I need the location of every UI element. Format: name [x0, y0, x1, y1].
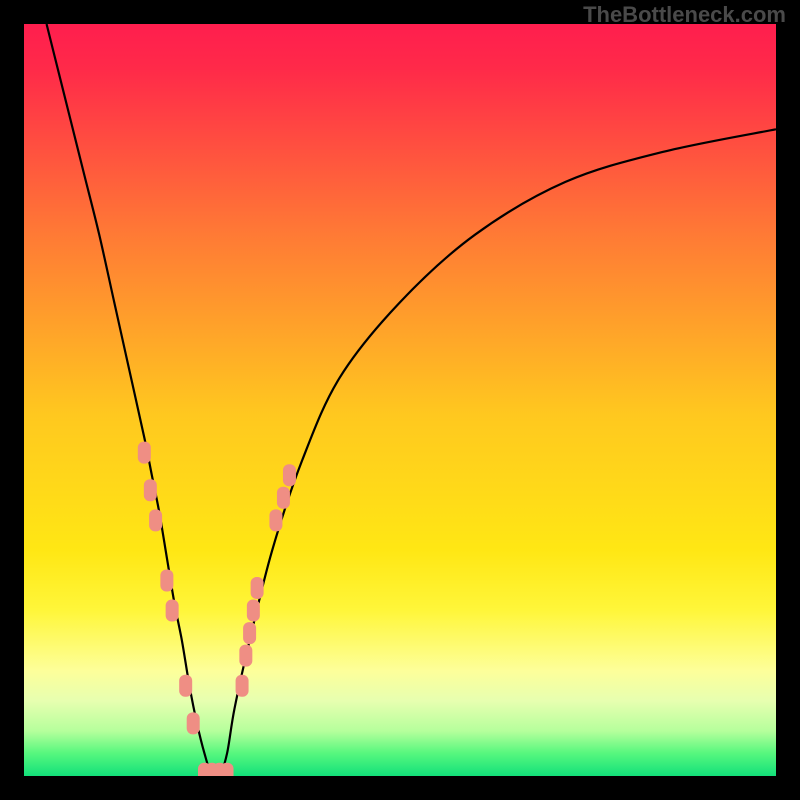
data-marker	[144, 479, 157, 501]
data-marker	[166, 600, 179, 622]
data-marker	[243, 622, 256, 644]
data-marker	[283, 464, 296, 486]
data-marker	[187, 712, 200, 734]
data-marker	[138, 442, 151, 464]
data-marker	[269, 509, 282, 531]
data-marker	[239, 645, 252, 667]
data-marker	[247, 600, 260, 622]
bottleneck-chart	[24, 24, 776, 776]
data-marker	[149, 509, 162, 531]
data-marker	[221, 763, 234, 776]
data-marker	[179, 675, 192, 697]
outer-frame: TheBottleneck.com	[0, 0, 800, 800]
data-marker	[277, 487, 290, 509]
data-marker	[160, 569, 173, 591]
data-marker	[236, 675, 249, 697]
data-marker	[251, 577, 264, 599]
plot-area	[24, 24, 776, 776]
